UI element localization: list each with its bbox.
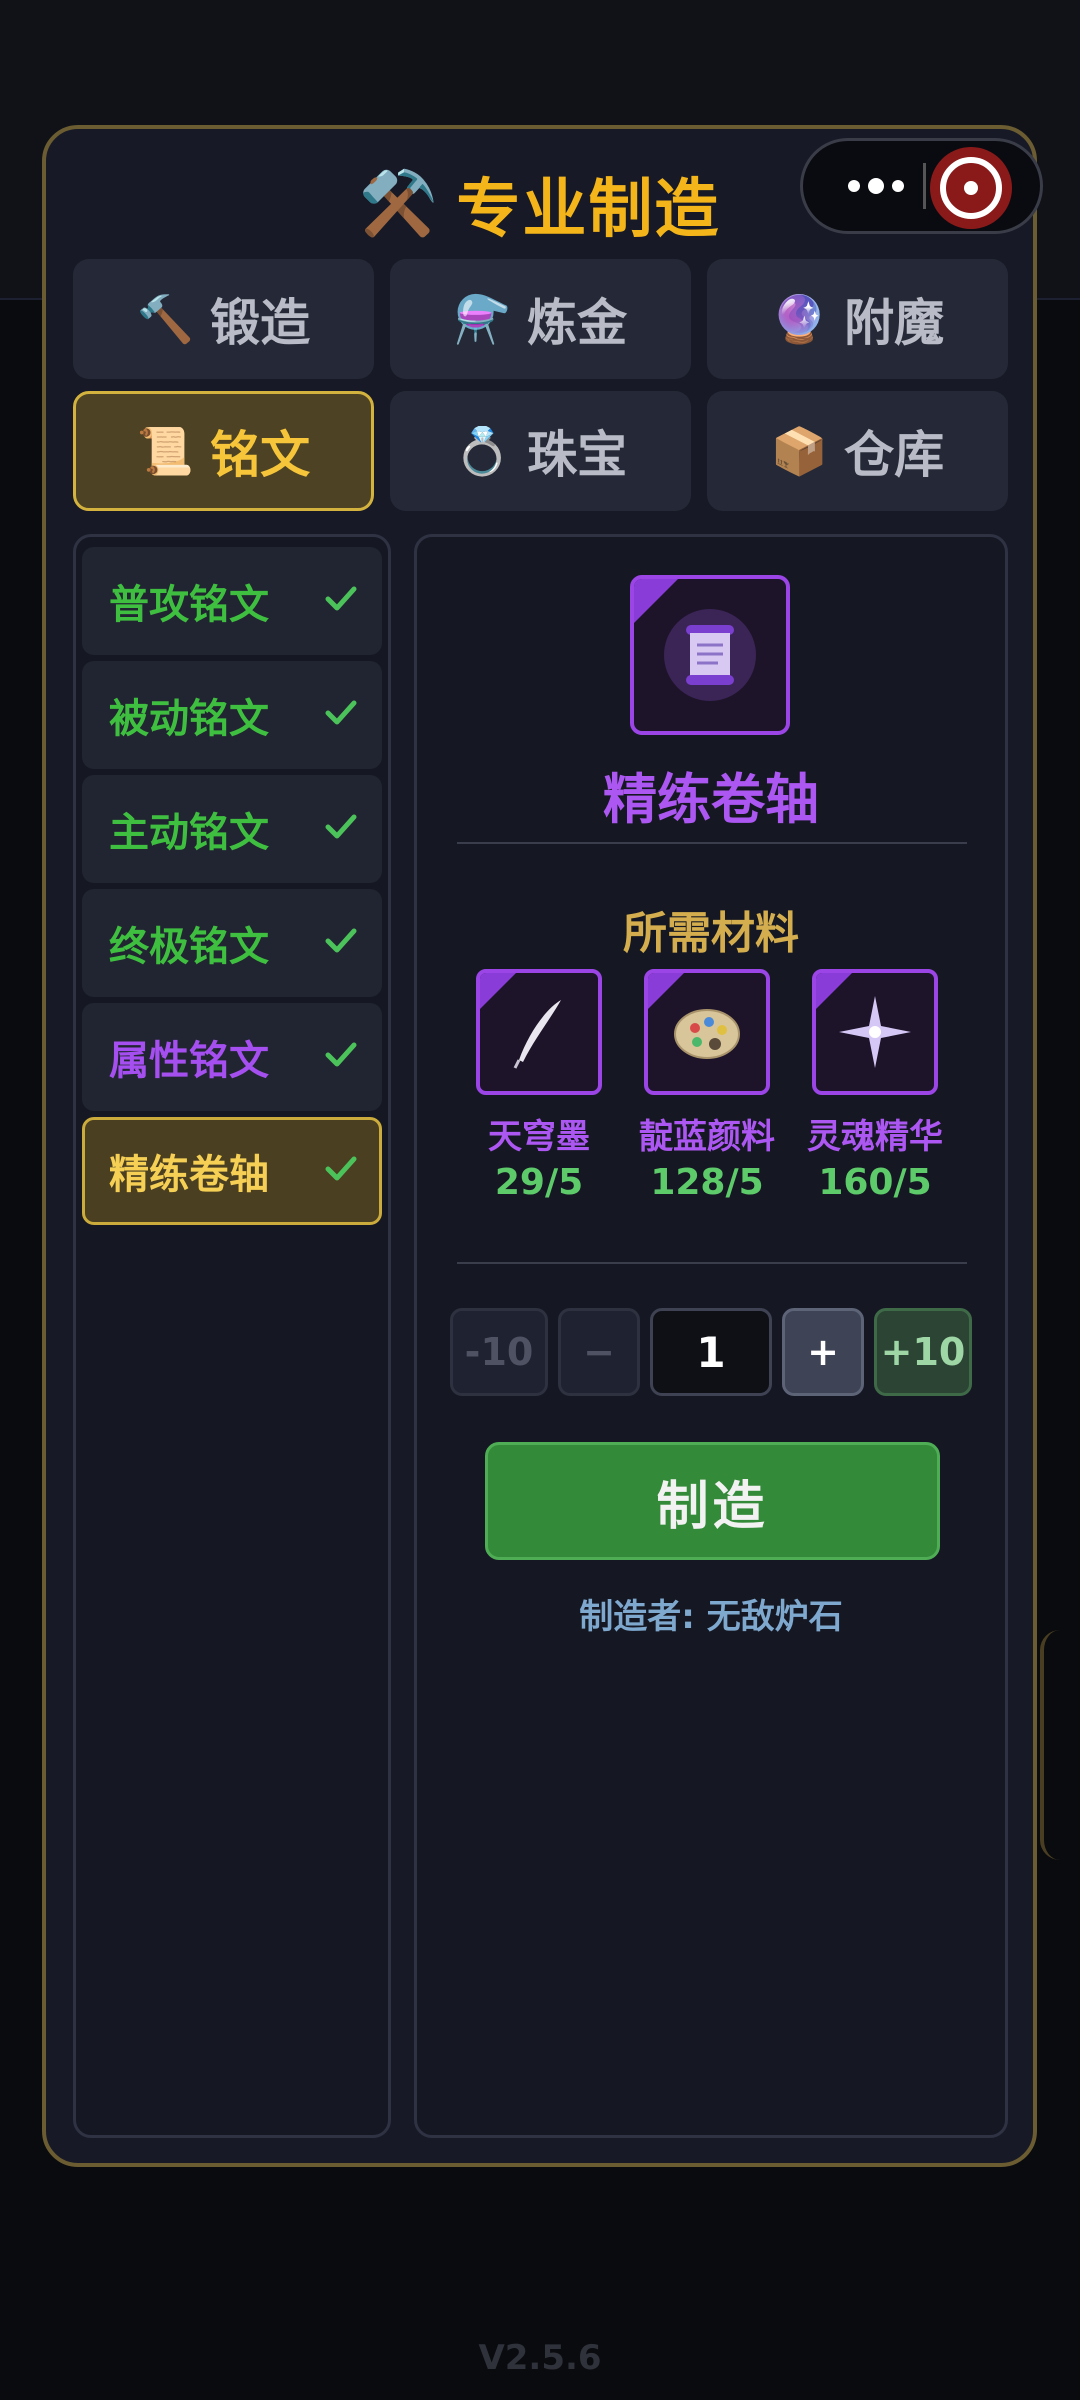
recipe-detail: 精练卷轴 所需材料 天穹墨 29/5 靛蓝颜料 128/5 灵魂精华 160/5… (414, 534, 1008, 2138)
material-count: 160/5 (818, 1162, 932, 1203)
divider (457, 1262, 967, 1264)
crafter-label: 制造者: 无敌炉石 (579, 1597, 843, 1637)
material-item[interactable]: 天穹墨 29/5 (454, 969, 624, 1203)
close-target-icon[interactable] (930, 147, 1012, 229)
plus-one-button[interactable]: + (782, 1308, 864, 1396)
recipe-item-active[interactable]: 主动铭文 (82, 775, 382, 883)
capsule-divider (923, 163, 926, 209)
material-slot (476, 969, 602, 1095)
material-name: 靛蓝颜料 (639, 1117, 775, 1157)
minus-ten-button[interactable]: -10 (450, 1308, 548, 1396)
recipe-label: 终极铭文 (109, 924, 269, 970)
check-icon (325, 586, 357, 611)
sparkle-icon (839, 996, 911, 1068)
material-count: 128/5 (650, 1162, 764, 1203)
crystal-ball-icon: 🔮 (770, 292, 829, 346)
background-side-handle (1040, 1630, 1080, 1860)
tab-label: 锻造 (210, 294, 311, 352)
recipe-label: 精练卷轴 (109, 1152, 269, 1198)
tab-inscription[interactable]: 📜 铭文 (73, 391, 374, 511)
material-name: 灵魂精华 (807, 1117, 943, 1157)
tab-jewelry[interactable]: 💍 珠宝 (390, 391, 691, 511)
divider (457, 842, 967, 844)
crafting-panel: ⚒️ 专业制造 🔨 锻造 ⚗️ 炼金 🔮 附魔 📜 铭文 💍 珠宝 📦 仓库 普… (42, 125, 1037, 2167)
recipe-item-refining-scroll[interactable]: 精练卷轴 (82, 1117, 382, 1225)
item-name: 精练卷轴 (603, 768, 819, 831)
plus-ten-button[interactable]: +10 (874, 1308, 972, 1396)
material-count: 29/5 (494, 1162, 584, 1203)
package-icon: 📦 (770, 424, 829, 478)
crossed-hammers-icon: ⚒️ (358, 167, 439, 241)
flask-icon: ⚗️ (453, 292, 512, 346)
hammer-icon: 🔨 (136, 292, 195, 346)
recipe-item-basic-attack[interactable]: 普攻铭文 (82, 547, 382, 655)
recipe-label: 属性铭文 (109, 1038, 269, 1084)
page-title: 专业制造 (456, 173, 721, 247)
minus-one-button[interactable]: − (558, 1308, 640, 1396)
tab-label: 仓库 (844, 426, 945, 484)
material-slot (812, 969, 938, 1095)
craft-button[interactable]: 制造 (485, 1442, 940, 1560)
recipe-label: 主动铭文 (109, 810, 269, 856)
material-item[interactable]: 灵魂精华 160/5 (790, 969, 960, 1203)
tab-enchanting[interactable]: 🔮 附魔 (707, 259, 1008, 379)
check-icon (325, 1156, 357, 1181)
recipe-list: 普攻铭文 被动铭文 主动铭文 终极铭文 属性铭文 精练卷轴 (73, 534, 391, 2138)
recipe-item-passive[interactable]: 被动铭文 (82, 661, 382, 769)
recipe-item-attribute[interactable]: 属性铭文 (82, 1003, 382, 1111)
scroll-icon: 📜 (136, 424, 195, 478)
miniprogram-capsule (800, 138, 1043, 234)
check-icon (325, 1042, 357, 1067)
check-icon (325, 700, 357, 725)
check-icon (325, 814, 357, 839)
tab-label: 附魔 (844, 294, 945, 352)
tab-label: 珠宝 (527, 426, 628, 484)
tab-warehouse[interactable]: 📦 仓库 (707, 391, 1008, 511)
recipe-item-ultimate[interactable]: 终极铭文 (82, 889, 382, 997)
material-slot (644, 969, 770, 1095)
quill-icon (513, 1000, 561, 1069)
material-name: 天穹墨 (488, 1117, 590, 1157)
tab-label: 铭文 (210, 426, 311, 484)
recipe-label: 普攻铭文 (109, 582, 269, 628)
quantity-input[interactable]: 1 (650, 1308, 772, 1396)
materials-title: 所需材料 (623, 908, 799, 959)
recipe-label: 被动铭文 (109, 696, 269, 742)
tab-label: 炼金 (527, 294, 628, 352)
ring-icon: 💍 (453, 424, 512, 478)
material-item[interactable]: 靛蓝颜料 128/5 (622, 969, 792, 1203)
version-label: V2.5.6 (478, 2338, 602, 2378)
item-slot[interactable] (630, 575, 790, 735)
profession-tabs: 🔨 锻造 ⚗️ 炼金 🔮 附魔 📜 铭文 💍 珠宝 📦 仓库 (73, 259, 1008, 511)
tab-alchemy[interactable]: ⚗️ 炼金 (390, 259, 691, 379)
check-icon (325, 928, 357, 953)
more-dots-icon[interactable] (833, 141, 918, 231)
palette-icon (674, 1009, 740, 1059)
tab-forging[interactable]: 🔨 锻造 (73, 259, 374, 379)
scroll-icon (686, 625, 734, 685)
